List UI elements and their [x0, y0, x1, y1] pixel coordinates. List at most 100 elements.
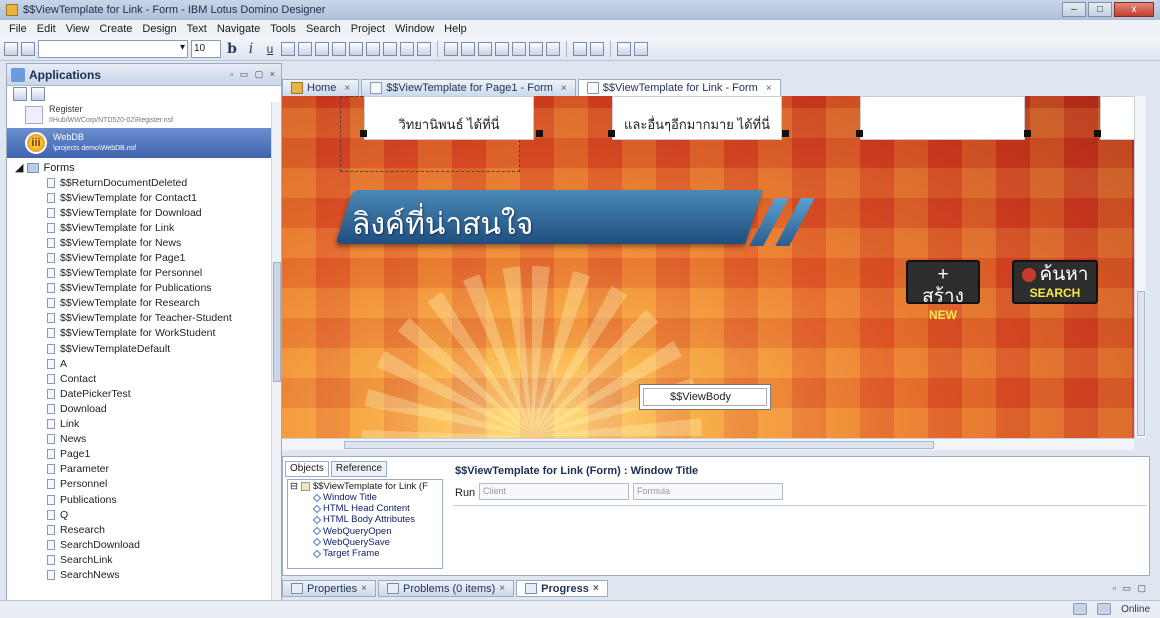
font-name-combo[interactable] — [38, 39, 188, 58]
tab-reference[interactable]: Reference — [330, 461, 388, 477]
tree-item-form[interactable]: $$ViewTemplate for Download — [7, 205, 281, 220]
search-button[interactable]: ค้นหา SEARCH — [1012, 260, 1098, 304]
run-location-select[interactable]: Client — [479, 483, 629, 500]
online-status[interactable]: Online — [1121, 604, 1150, 615]
objects-root[interactable]: ⊟ $$ViewTemplate for Link (F — [288, 480, 442, 492]
tree-item-form[interactable]: $$ViewTemplate for Research — [7, 296, 281, 311]
tab-close-icon[interactable]: × — [593, 583, 599, 594]
view-controls-icon[interactable]: ▫ ▭ ▢ — [1113, 583, 1148, 594]
numbering-icon[interactable] — [366, 41, 380, 56]
network-icon[interactable] — [1073, 603, 1088, 615]
scrollbar-thumb[interactable] — [1137, 291, 1145, 436]
tree-item-form[interactable]: Research — [7, 522, 281, 537]
menu-window[interactable]: Window — [390, 23, 439, 35]
tree-item-form[interactable]: Page1 — [7, 447, 281, 462]
tree-item-form[interactable]: Contact — [7, 371, 281, 386]
hotspot-icon[interactable] — [444, 41, 458, 56]
tree-item-form[interactable]: $$ViewTemplate for Contact1 — [7, 190, 281, 205]
edit-icon[interactable] — [1097, 603, 1112, 615]
tree-item-form[interactable]: DatePickerTest — [7, 386, 281, 401]
copy-style-icon[interactable] — [4, 41, 18, 56]
collapse-icon[interactable]: ⊟ — [290, 481, 298, 492]
applications-scrollbar[interactable] — [271, 102, 281, 602]
tree-item-form[interactable]: Download — [7, 401, 281, 416]
tree-item-form[interactable]: $$ViewTemplate for Personnel — [7, 266, 281, 281]
formula-editor[interactable] — [453, 505, 1147, 573]
tree-item-form[interactable]: $$ViewTemplate for Link — [7, 220, 281, 235]
menu-create[interactable]: Create — [94, 23, 137, 35]
tab-close-icon[interactable]: × — [766, 83, 772, 94]
link-card[interactable] — [860, 96, 1025, 140]
tree-item-form[interactable]: $$ReturnDocumentDeleted — [7, 175, 281, 190]
menu-help[interactable]: Help — [439, 23, 472, 35]
tree-item-form[interactable]: Publications — [7, 492, 281, 507]
tree-item-form[interactable]: $$ViewTemplate for Teacher-Student — [7, 311, 281, 326]
resize-handle[interactable] — [1094, 130, 1101, 137]
tree-item-form[interactable]: Personnel — [7, 477, 281, 492]
outdent-icon[interactable] — [400, 41, 414, 56]
tab-close-icon[interactable]: × — [561, 83, 567, 94]
viewbody-field[interactable]: $$ViewBody — [639, 384, 771, 410]
tree-item-form[interactable]: Parameter — [7, 462, 281, 477]
resize-handle[interactable] — [608, 130, 615, 137]
close-button[interactable]: x — [1114, 2, 1154, 17]
tree-item-form[interactable]: SearchLink — [7, 552, 281, 567]
tab-objects[interactable]: Objects — [285, 461, 329, 477]
link-card[interactable]: และอื่นๆอีกมากมาย ได้ที่นี่ — [612, 96, 782, 140]
link-icon[interactable] — [478, 41, 492, 56]
object-item[interactable]: WebQueryOpen — [288, 526, 442, 537]
tree-item-form[interactable]: SearchNews — [7, 567, 281, 582]
form-design-canvas[interactable]: วิทยานิพนธ์ ได้ที่นี่ และอื่นๆอีกมากมาย … — [282, 96, 1134, 438]
tab-close-icon[interactable]: × — [499, 583, 505, 594]
underline-button[interactable]: u — [262, 41, 278, 57]
database-webdb[interactable]: iii WebDB \projects demo\WebDB.nsf — [7, 128, 281, 158]
text-style-icon[interactable] — [21, 41, 35, 56]
bullets-icon[interactable] — [349, 41, 363, 56]
tab-problems[interactable]: Problems (0 items) × — [377, 580, 515, 597]
object-item[interactable]: HTML Head Content — [288, 503, 442, 514]
tree-item-form[interactable]: SearchDownload — [7, 537, 281, 552]
section-icon[interactable] — [529, 41, 543, 56]
back-icon[interactable] — [617, 41, 631, 56]
link-card[interactable] — [1100, 96, 1134, 140]
scrollbar-thumb[interactable] — [273, 262, 281, 382]
panel-controls-icon[interactable]: ▫ ▭ ▢ × — [230, 69, 277, 80]
menu-edit[interactable]: Edit — [32, 23, 61, 35]
resize-handle[interactable] — [1024, 130, 1031, 137]
link-card[interactable]: วิทยานิพนธ์ ได้ที่นี่ — [364, 96, 534, 140]
database-register[interactable]: Register IIHub/WWCorp/NTD520-02\Register… — [7, 102, 281, 128]
object-item[interactable]: Window Title — [288, 492, 442, 503]
italic-button[interactable]: i — [243, 41, 259, 57]
text-color-icon[interactable] — [281, 41, 295, 56]
create-new-button[interactable]: + สร้าง NEW — [906, 260, 980, 322]
menu-tools[interactable]: Tools — [265, 23, 301, 35]
tab-progress[interactable]: Progress × — [516, 580, 608, 597]
menu-text[interactable]: Text — [182, 23, 212, 35]
tab-viewtemplate-link[interactable]: $$ViewTemplate for Link - Form × — [577, 79, 781, 96]
resize-handle[interactable] — [536, 130, 543, 137]
tab-home[interactable]: Home × — [282, 79, 360, 96]
tree-item-form[interactable]: A — [7, 356, 281, 371]
tree-item-form[interactable]: Q — [7, 507, 281, 522]
canvas-horizontal-scrollbar[interactable] — [282, 438, 1134, 450]
tab-viewtemplate-page1[interactable]: $$ViewTemplate for Page1 - Form × — [361, 79, 576, 96]
maximize-button[interactable]: □ — [1088, 2, 1112, 17]
table-icon[interactable] — [417, 41, 431, 56]
scrollbar-thumb[interactable] — [344, 441, 934, 449]
menu-file[interactable]: File — [4, 23, 32, 35]
tree-item-form[interactable]: $$ViewTemplate for News — [7, 235, 281, 250]
resize-handle[interactable] — [782, 130, 789, 137]
computed-text-icon[interactable] — [495, 41, 509, 56]
field-icon[interactable] — [512, 41, 526, 56]
align-left-icon[interactable] — [315, 41, 329, 56]
button-icon[interactable] — [546, 41, 560, 56]
object-item[interactable]: HTML Body Attributes — [288, 514, 442, 525]
tree-item-form[interactable]: $$ViewTemplate for WorkStudent — [7, 326, 281, 341]
tab-close-icon[interactable]: × — [344, 83, 350, 94]
minimize-button[interactable]: – — [1062, 2, 1086, 17]
tree-item-form[interactable]: $$ViewTemplateDefault — [7, 341, 281, 356]
resize-handle[interactable] — [856, 130, 863, 137]
menu-search[interactable]: Search — [301, 23, 346, 35]
align-center-icon[interactable] — [332, 41, 346, 56]
bold-button[interactable]: b — [224, 41, 240, 57]
